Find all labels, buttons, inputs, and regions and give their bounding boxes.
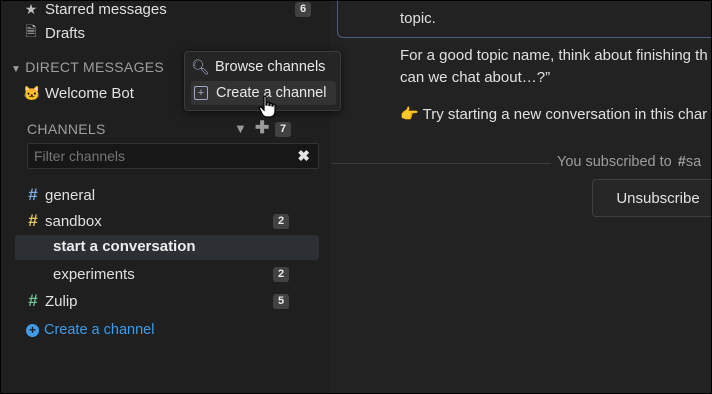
message-line: topic. (400, 10, 436, 27)
create-channel-link[interactable]: + Create a channel (26, 319, 154, 341)
message-line: For a good topic name, think about finis… (400, 47, 708, 64)
hash-icon: # (28, 211, 38, 230)
create-channel-link-label: Create a channel (44, 322, 155, 338)
topic-item-start-a-conversation[interactable]: start a conversation (15, 235, 319, 260)
search-icon: 🔍︎ (191, 59, 210, 76)
browse-channels-label: Browse channels (215, 59, 326, 75)
divider (331, 163, 551, 164)
topic-label: start a conversation (53, 238, 196, 255)
drafts-label: Drafts (45, 24, 86, 42)
channel-label: general (45, 186, 96, 204)
message-pane: topic. For a good topic name, think abou… (331, 1, 711, 393)
dm-item-label: Welcome Bot (45, 84, 134, 102)
topic-item-experiments[interactable]: experiments 2 (53, 263, 289, 285)
filter-channels-box: ✖ (27, 143, 319, 169)
channels-count-badge: 7 (275, 122, 291, 137)
channel-label: sandbox (45, 212, 102, 230)
browse-channels-option[interactable]: 🔍︎ Browse channels (191, 55, 336, 79)
clear-filter-icon[interactable]: ✖ (297, 147, 310, 165)
hash-icon: # (677, 154, 686, 170)
sidebar-item-drafts[interactable]: 🗎 Drafts (23, 22, 85, 44)
channels-header: CHANNELS (27, 121, 106, 137)
unread-count-badge: 5 (273, 293, 289, 309)
subscription-notice: You subscribed to #sa (557, 154, 701, 170)
channel-item-sandbox[interactable]: # sandbox 2 (25, 210, 289, 232)
topic-label: experiments (53, 265, 135, 283)
channels-header-label: CHANNELS (27, 121, 106, 137)
message-line: 👉 Try starting a new conversation in thi… (400, 105, 707, 123)
dm-item-welcome-bot[interactable]: 🐱 Welcome Bot (23, 82, 134, 104)
unread-count-badge: 2 (273, 266, 289, 282)
starred-count-badge: 6 (295, 1, 311, 17)
starred-messages-label: Starred messages (45, 0, 167, 18)
message-line-text: Try starting a new conversation in this … (422, 106, 708, 123)
star-icon: ★ (24, 0, 38, 17)
message-line: can we chat about…?” (400, 69, 551, 86)
sidebar-item-starred-messages[interactable]: ★ Starred messages 6 (23, 0, 311, 20)
bot-icon: 🐱 (23, 84, 41, 101)
plus-circle-icon: + (26, 323, 39, 337)
filter-icon[interactable]: ▼ (234, 121, 247, 136)
filter-channels-input[interactable] (28, 144, 284, 168)
document-icon: 🗎 (25, 23, 37, 39)
subscription-channel: sa (685, 154, 702, 170)
hand-cursor-icon (258, 95, 276, 118)
direct-messages-header[interactable]: ▼ DIRECT MESSAGES (11, 59, 164, 75)
hash-icon: # (28, 291, 38, 310)
direct-messages-header-label: DIRECT MESSAGES (25, 59, 165, 75)
unsubscribe-button[interactable]: Unsubscribe (592, 179, 711, 217)
caret-down-icon: ▼ (11, 64, 22, 75)
message-box (337, 1, 711, 38)
app-window: ★ Starred messages 6 🗎 Drafts ▼ DIRECT ME… (0, 0, 712, 394)
pointing-hand-icon: 👉 (400, 106, 419, 123)
channel-item-zulip[interactable]: # Zulip 5 (25, 290, 289, 312)
square-plus-icon: + (194, 86, 208, 100)
hash-icon: # (28, 185, 38, 204)
unread-count-badge: 2 (273, 213, 289, 229)
plus-icon[interactable]: ✚ (255, 118, 269, 138)
subscription-notice-label: You subscribed to (557, 154, 672, 170)
channel-item-general[interactable]: # general (25, 184, 95, 206)
channel-label: Zulip (45, 292, 78, 310)
